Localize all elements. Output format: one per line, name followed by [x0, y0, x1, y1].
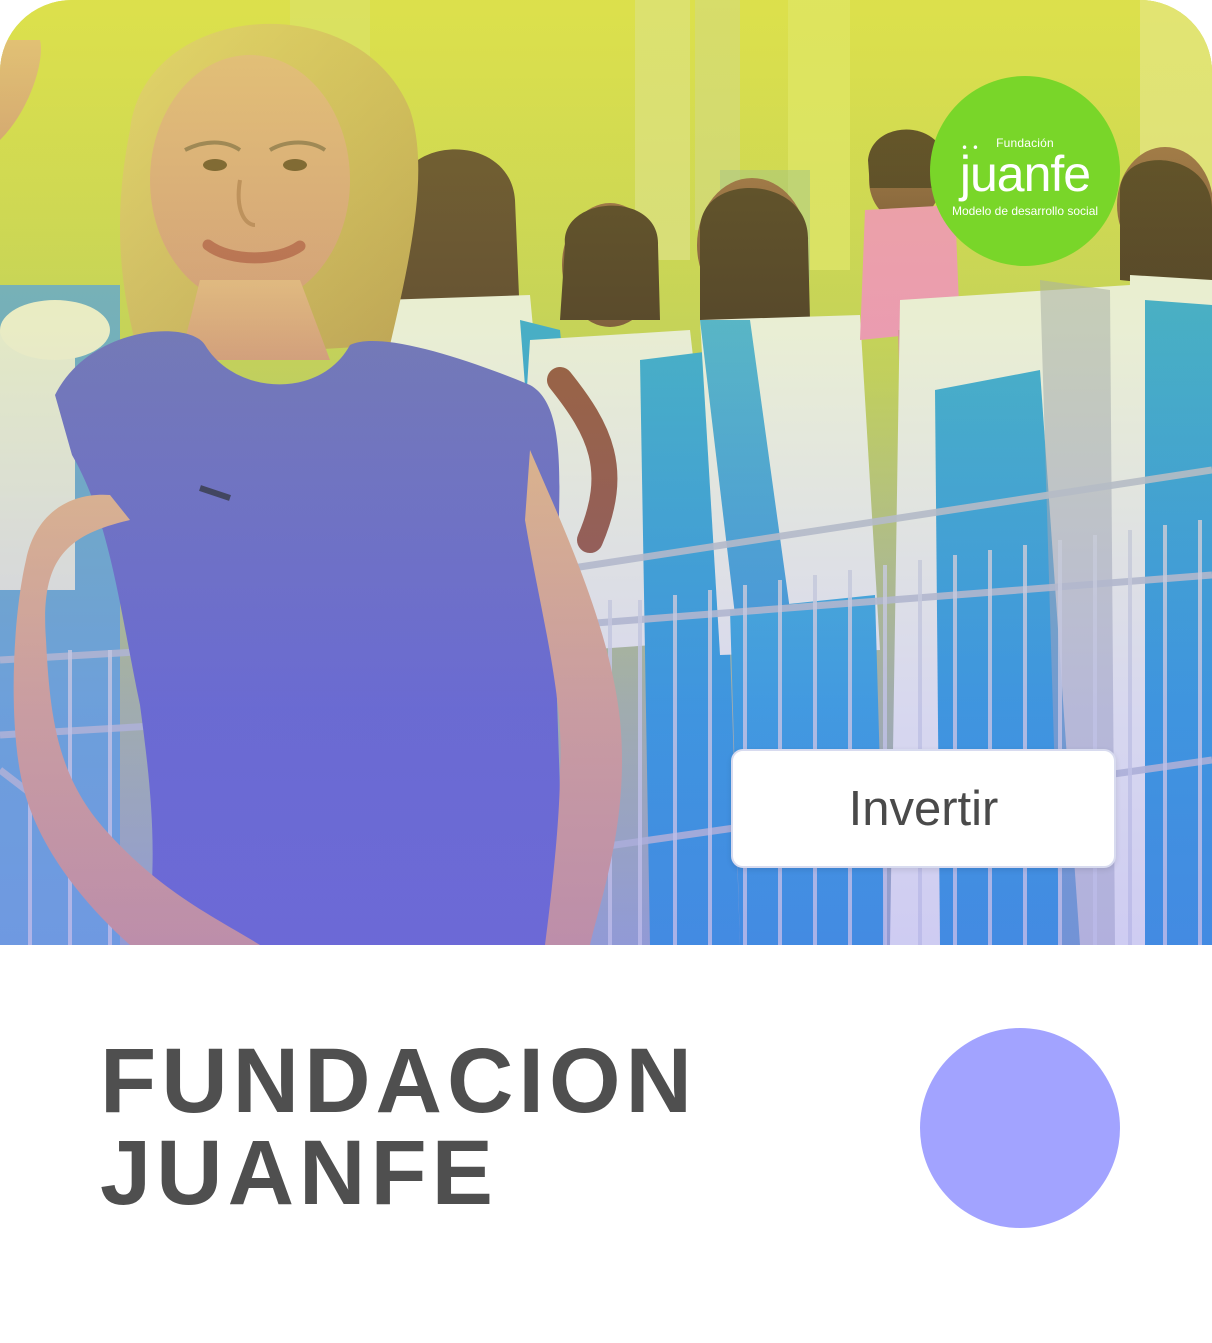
accent-circle — [920, 1028, 1120, 1228]
title-line-2: JUANFE — [100, 1122, 499, 1224]
title-line-1: FUNDACION — [100, 1030, 697, 1132]
hero-image: • • Fundación juanfe Modelo de desarroll… — [0, 0, 1212, 945]
logo-tagline: Modelo de desarrollo social — [951, 204, 1099, 218]
logo-wordmark: juanfe — [959, 146, 1091, 202]
page-title: FUNDACION JUANFE — [100, 1035, 820, 1219]
foundation-card[interactable]: • • Fundación juanfe Modelo de desarroll… — [0, 0, 1212, 1343]
foundation-logo: • • Fundación juanfe Modelo de desarroll… — [930, 76, 1120, 266]
invest-button[interactable]: Invertir — [731, 749, 1116, 868]
